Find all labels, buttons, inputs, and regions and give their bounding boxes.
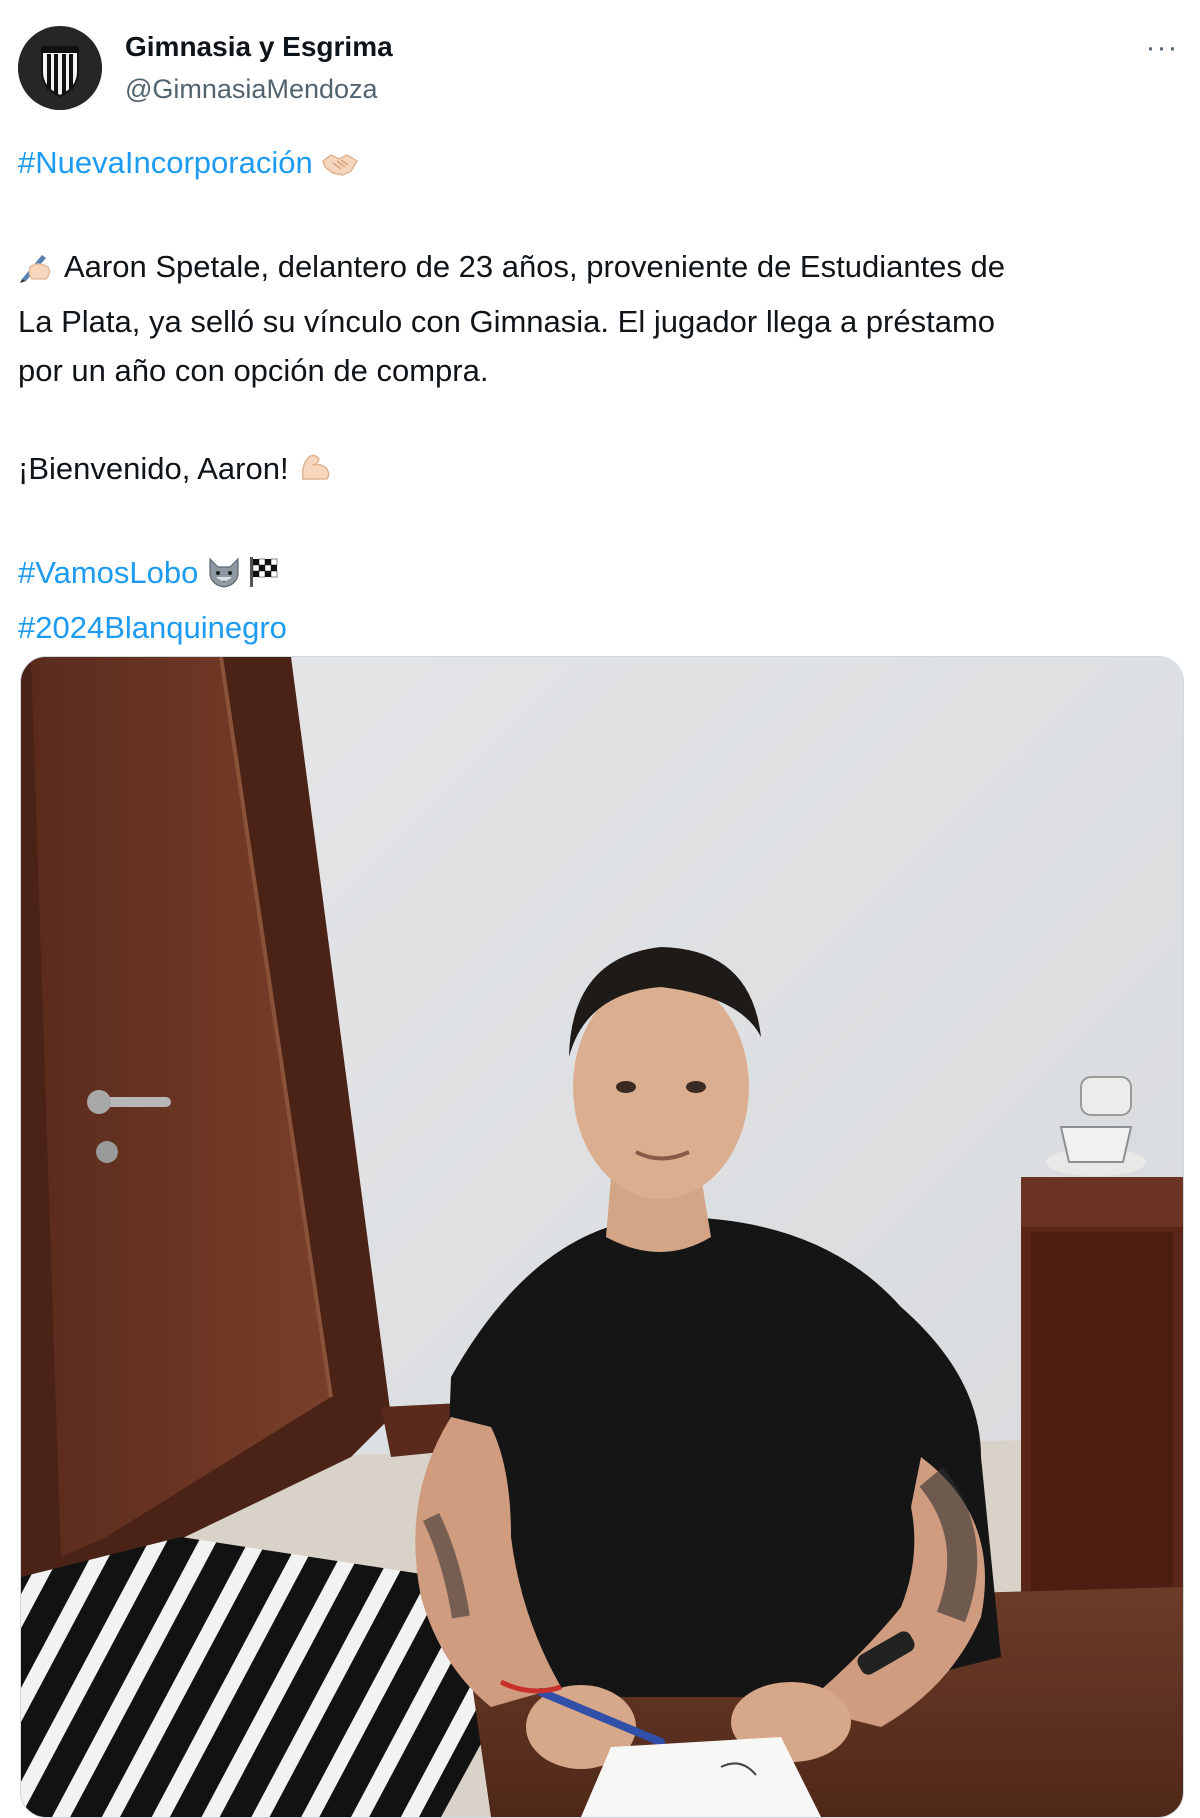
author-handle[interactable]: @GimnasiaMendoza xyxy=(125,72,378,106)
hashtag-line: #VamosLobo xyxy=(18,548,1188,603)
club-crest-avatar[interactable] xyxy=(18,26,102,110)
author-display-name[interactable]: Gimnasia y Esgrima xyxy=(125,30,393,64)
hashtag-vamos-lobo[interactable]: #VamosLobo xyxy=(18,555,198,590)
player-signing-photo xyxy=(21,657,1183,1817)
tweet-text: #NuevaIncorporación Aaron Spetale, delan… xyxy=(18,138,1188,652)
handshake-icon xyxy=(321,144,359,193)
hashtag-line: #2024Blanquinegro xyxy=(18,603,1188,652)
more-options-button[interactable]: ··· xyxy=(1140,30,1184,66)
flexed-biceps-icon xyxy=(297,449,333,499)
paragraph-line: Aaron Spetale, delantero de 23 años, pro… xyxy=(18,242,1188,297)
tweet-photo[interactable] xyxy=(20,656,1184,1818)
paragraph-line: La Plata, ya selló su vínculo con Gimnas… xyxy=(18,304,996,339)
tweet-card: Gimnasia y Esgrima @GimnasiaMendoza ··· … xyxy=(0,0,1200,1818)
hashtag-2024-blanquinegro[interactable]: #2024Blanquinegro xyxy=(18,610,287,645)
writing-hand-icon xyxy=(18,248,54,297)
welcome-line: ¡Bienvenido, Aaron! xyxy=(18,444,1188,499)
club-crest-icon xyxy=(18,26,102,110)
wolf-icon xyxy=(206,554,242,603)
paragraph-line: por un año con opción de compra. xyxy=(18,353,489,388)
hashtag-nueva-incorporacion[interactable]: #NuevaIncorporación xyxy=(18,145,313,180)
checkered-flag-icon xyxy=(246,554,280,603)
hashtag-line: #NuevaIncorporación xyxy=(18,138,1188,193)
